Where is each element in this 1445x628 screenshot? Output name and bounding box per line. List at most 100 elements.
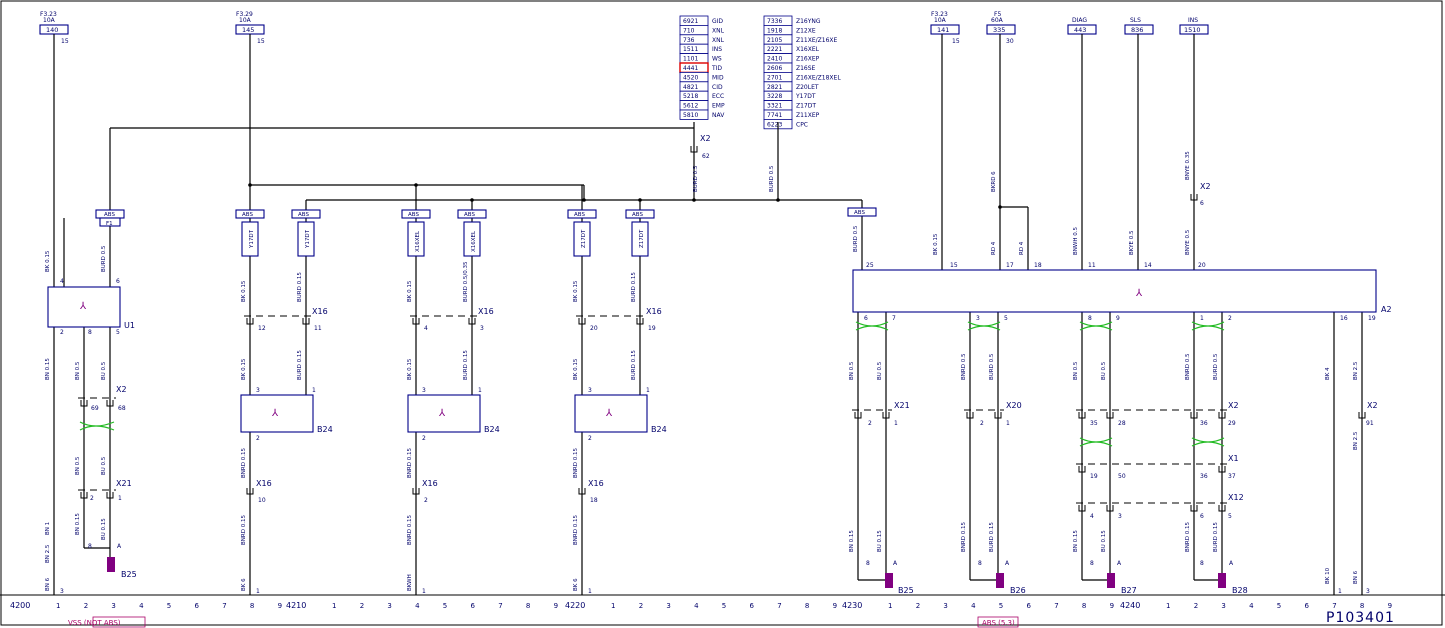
pin-numbers: 62 6 4 6 2 8 5 69 68 2 1 8 A 3 12 11 4 3… [60,153,1376,595]
svg-text:2: 2 [1228,315,1232,322]
tag-y17dt: Y17DT [305,229,311,249]
xref-row: 5218 ECC [679,90,724,101]
svg-text:BK 0.15: BK 0.15 [407,280,413,302]
grid-mark: 3 [111,602,115,610]
fuse-f3: F3.23 10A 141 15 [930,11,960,45]
xref-num: 2701 [767,74,782,81]
fuse-pin: 15 [952,38,960,45]
xref-code: Z12XE [796,27,816,34]
svg-text:1: 1 [646,387,650,394]
conn-x2: X2 [1228,401,1239,410]
svg-text:1: 1 [588,588,592,595]
svg-text:19: 19 [1368,315,1376,322]
svg-text:4: 4 [424,325,428,332]
svg-text:16: 16 [1340,315,1348,322]
svg-text:14: 14 [1144,262,1152,269]
conn-x16: X16 [588,479,604,488]
svg-text:A: A [1005,560,1010,567]
grid-mark: 5 [722,602,726,610]
svg-text:A: A [893,560,898,567]
svg-text:3: 3 [422,387,426,394]
xref-row: 2821 Z20LET [763,81,819,92]
xref-code: Z20LET [796,84,819,91]
svg-text:BN 2.5: BN 2.5 [1353,431,1359,450]
svg-text:BN 0.15: BN 0.15 [45,358,51,380]
feed-box-number: 1510 [1184,26,1201,34]
svg-text:A: A [1117,560,1122,567]
svg-text:1: 1 [312,387,316,394]
fuse-box-number: 141 [937,26,949,34]
svg-text:BURD 0.5: BURD 0.5 [101,245,107,272]
grid-mark: 5 [167,602,171,610]
xref-row: 4441 TID [679,62,722,74]
xref-num: 6921 [683,18,698,25]
grid-mark: 9 [1388,602,1392,610]
svg-text:BK 0.15: BK 0.15 [573,280,579,302]
footer-right: ABS (5.3) [977,616,1019,628]
svg-text:1: 1 [118,495,122,502]
xref-row: 4821 CID [679,81,723,92]
svg-text:69: 69 [91,405,99,412]
xref-row: 3321 Z17DT [763,100,816,111]
xref-code: XNL [712,27,725,34]
fuse-box-number: 140 [46,26,58,34]
xref-row: 2606 Z16SE [763,62,816,73]
svg-text:8: 8 [88,543,92,550]
xref-num: 5612 [683,103,698,110]
conn-x1: X1 [1228,454,1239,463]
svg-text:⅄: ⅄ [272,408,279,419]
svg-text:1: 1 [1338,588,1342,595]
grid-row: 4200 1 2 3 4 5 6 7 8 9 4210 1 2 3 4 5 6 7 8 9 4220 1 2 3 4 5 6 7 8 9 4… [10,601,1392,610]
svg-text:6: 6 [864,315,868,322]
svg-text:BU 0.5: BU 0.5 [1101,361,1107,380]
svg-text:2: 2 [256,435,260,442]
xref-row: 1101 WS [679,53,722,64]
label-b27: B27 [1121,586,1137,595]
xref-num: 4441 [683,65,698,72]
fuse-amps: 10A [43,17,56,24]
grid-mark: 6 [195,602,200,610]
svg-text:36: 36 [1200,473,1208,480]
tag-abs: ABS [104,212,115,218]
sensor-b27: B27 [1107,573,1137,595]
diagram-id: P103401 [1326,610,1395,626]
sensor-b26: B26 [996,573,1026,595]
svg-text:1: 1 [422,588,426,595]
conn-x16: X16 [312,307,328,316]
tag-boxes: ABS F1 ABS ABS ABS ABS ABS ABS ABS Y17DT… [95,207,877,257]
xref-row: 736 XNL [679,34,725,45]
svg-text:⅄: ⅄ [1136,288,1143,299]
label-b28: B28 [1232,586,1248,595]
xref-row: 7741 Z11XEP [763,109,820,120]
grid-mark: 4 [694,602,699,610]
grid-mark: 4 [971,602,976,610]
grid-mark: 7 [1332,602,1336,610]
grid-mark: 9 [1110,602,1114,610]
xref-code: NAV [712,112,725,119]
svg-text:8: 8 [88,329,92,336]
tag-x16xel: X16XEL [415,230,421,252]
svg-text:⅄: ⅄ [439,408,446,419]
svg-text:1: 1 [478,387,482,394]
conn-x16: X16 [256,479,272,488]
svg-text:11: 11 [1088,262,1096,269]
grid-mark: 3 [1221,602,1225,610]
footer-left-label: VSS (NOT ABS) [68,619,121,627]
svg-text:BK 0.15: BK 0.15 [241,358,247,380]
svg-text:BK 6: BK 6 [241,578,247,591]
xref-code: Z16YNG [796,18,821,25]
xref-num: 3228 [767,93,782,100]
tag-y17dt: Y17DT [249,229,255,249]
svg-text:28: 28 [1118,420,1126,427]
svg-text:BU 0.15: BU 0.15 [101,518,107,540]
conn-x21: X21 [116,479,132,488]
feed-ins: INS 1510 [1179,17,1209,35]
tag-z17dt: Z17DT [581,229,587,248]
svg-text:25: 25 [866,262,874,269]
grid-mark: 4 [139,602,144,610]
svg-text:BKRD 6: BKRD 6 [991,171,997,192]
grid-section-number: 4230 [842,601,862,610]
xref-code: Z11XEP [796,112,820,119]
grid-mark: 5 [443,602,447,610]
svg-text:BNRD 0.15: BNRD 0.15 [407,448,413,478]
